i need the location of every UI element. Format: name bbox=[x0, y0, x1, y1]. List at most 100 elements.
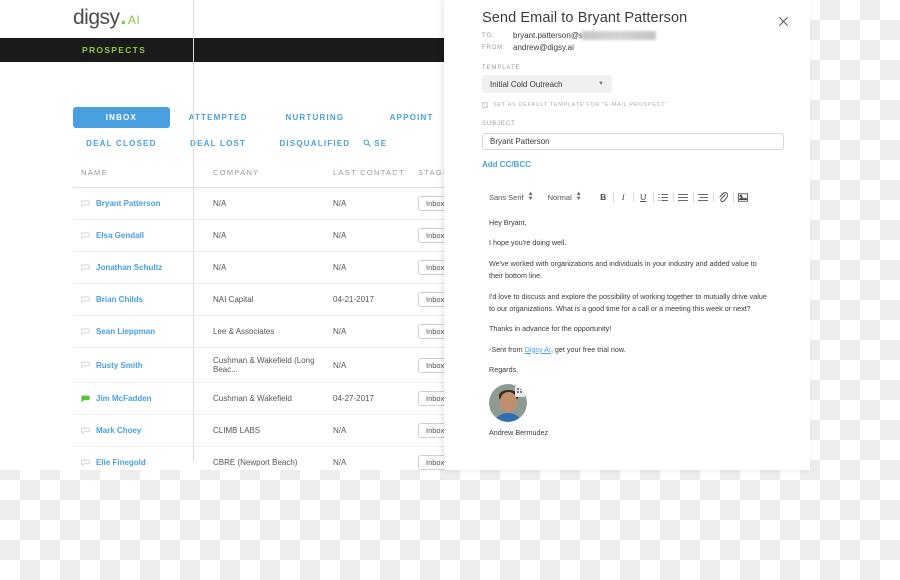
cell-name: Elie Finegold bbox=[73, 446, 205, 470]
cell-last-contact: N/A bbox=[333, 315, 418, 348]
sent-from-suffix: , get your free trial now. bbox=[550, 344, 626, 354]
image-icon bbox=[738, 192, 749, 202]
tab-inbox[interactable]: INBOX bbox=[73, 106, 170, 128]
table-row[interactable]: Mark Choey CLIMB LABS N/A Inbox bbox=[73, 414, 460, 447]
to-label: TO: bbox=[482, 32, 495, 39]
underline-button[interactable]: U bbox=[636, 190, 651, 204]
default-template-checkbox[interactable] bbox=[482, 102, 488, 108]
prospect-name-link[interactable]: Jim McFadden bbox=[96, 394, 152, 403]
tab-deal-lost[interactable]: DEAL LOST bbox=[170, 139, 267, 148]
table-row[interactable]: Brian Childs NAI Capital 04-21-2017 Inbox bbox=[73, 283, 460, 316]
cell-last-contact: N/A bbox=[333, 187, 418, 220]
prospect-name-link[interactable]: Jonathan Schultz bbox=[96, 263, 162, 272]
toolbar-divider bbox=[632, 192, 634, 202]
content-area: INBOX ATTEMPTED NURTURING APPOINT DEAL C… bbox=[0, 0, 460, 470]
stage-tabs-row-2: DEAL CLOSED DEAL LOST DISQUALIFIED SE bbox=[0, 128, 460, 158]
tab-attempted[interactable]: ATTEMPTED bbox=[170, 113, 267, 122]
flag-outline-icon[interactable] bbox=[81, 200, 90, 208]
table-row[interactable]: Rusty Smith Cushman & Wakefield (Long Bea… bbox=[73, 347, 460, 383]
align-icon bbox=[698, 193, 709, 201]
redacted-email-domain bbox=[581, 31, 656, 40]
from-value: andrew@digsy.ai bbox=[513, 43, 574, 52]
prospect-name-link[interactable]: Sean Lieppman bbox=[96, 327, 155, 336]
tab-disqualified[interactable]: DISQUALIFIED bbox=[267, 139, 364, 148]
prospect-name-link[interactable]: Elsa Gendall bbox=[96, 231, 144, 240]
column-header-last-contact[interactable]: LAST CONTACT bbox=[333, 168, 418, 188]
table-body: Bryant Patterson N/A N/A Inbox Elsa Gendall N… bbox=[73, 187, 460, 470]
flag-filled-icon[interactable] bbox=[81, 395, 90, 403]
font-family-select[interactable]: Sans Serif ▲ ▼ bbox=[489, 191, 534, 202]
ordered-list-button[interactable] bbox=[656, 190, 671, 204]
stage-tabs-row-1: INBOX ATTEMPTED NURTURING APPOINT bbox=[0, 106, 460, 128]
subject-input[interactable] bbox=[482, 133, 784, 150]
cell-company: N/A bbox=[205, 251, 333, 284]
table-row[interactable]: Elie Finegold CBRE (Newport Beach) N/A Inbo… bbox=[73, 446, 460, 470]
table-row[interactable]: Sean Lieppman Lee & Associates N/A Inbox bbox=[73, 315, 460, 348]
search-icon bbox=[363, 139, 372, 147]
column-header-name[interactable]: NAME bbox=[73, 168, 205, 188]
cell-name: Rusty Smith bbox=[73, 347, 205, 383]
default-template-row[interactable]: SET AS DEFAULT TEMPLATE FOR "E-MAIL PROS… bbox=[482, 102, 788, 108]
prospect-name-link[interactable]: Elie Finegold bbox=[96, 458, 146, 467]
flag-outline-icon[interactable] bbox=[81, 361, 90, 369]
unordered-list-button[interactable] bbox=[676, 190, 691, 204]
default-template-label: SET AS DEFAULT TEMPLATE FOR "E-MAIL PROS… bbox=[493, 102, 668, 108]
cell-name: Mark Choey bbox=[73, 414, 205, 447]
template-dropdown[interactable]: Initial Cold Outreach ▼ bbox=[482, 75, 612, 93]
cell-name: Brian Childs bbox=[73, 283, 205, 316]
digsy-ai-link[interactable]: Digsy AI bbox=[525, 345, 551, 354]
prospect-name-link[interactable]: Bryant Patterson bbox=[96, 199, 160, 208]
insert-image-button[interactable] bbox=[736, 190, 751, 204]
table-row[interactable]: Jonathan Schultz N/A N/A Inbox bbox=[73, 251, 460, 284]
cell-name: Bryant Patterson bbox=[73, 187, 205, 220]
toolbar-divider bbox=[692, 192, 694, 202]
cell-company: Cushman & Wakefield (Long Beac... bbox=[205, 347, 333, 383]
avatar bbox=[489, 384, 527, 423]
table-row[interactable]: Elsa Gendall N/A N/A Inbox bbox=[73, 219, 460, 252]
paperclip-icon bbox=[719, 192, 729, 202]
cell-last-contact: N/A bbox=[333, 251, 418, 284]
column-header-company[interactable]: COMPANY bbox=[205, 168, 333, 188]
tab-nurturing[interactable]: NURTURING bbox=[267, 113, 364, 122]
prospect-name-link[interactable]: Rusty Smith bbox=[96, 361, 143, 370]
cell-last-contact: 04-27-2017 bbox=[333, 382, 418, 415]
table-row[interactable]: Jim McFadden Cushman & Wakefield 04-27-201… bbox=[73, 382, 460, 415]
cell-last-contact: N/A bbox=[333, 414, 418, 447]
italic-button[interactable]: I bbox=[616, 190, 631, 204]
cell-company: N/A bbox=[205, 219, 333, 252]
align-button[interactable] bbox=[696, 190, 711, 204]
toolbar-divider bbox=[652, 192, 654, 202]
from-row: FROM: andrew@digsy.ai bbox=[482, 43, 788, 52]
prospect-name-link[interactable]: Brian Childs bbox=[96, 295, 143, 304]
toolbar-divider bbox=[672, 192, 674, 202]
email-body-editor[interactable]: Hey Bryant, I hope you're doing well. We… bbox=[482, 217, 788, 437]
to-value[interactable]: bryant.patterson@s bbox=[513, 31, 583, 40]
flag-outline-icon[interactable] bbox=[81, 296, 90, 304]
prospect-table: NAME COMPANY LAST CONTACT STAGE Bryant P… bbox=[73, 168, 460, 470]
prospect-name-link[interactable]: Mark Choey bbox=[96, 426, 141, 435]
flag-outline-icon[interactable] bbox=[81, 328, 90, 336]
flag-outline-icon[interactable] bbox=[81, 232, 90, 240]
cell-last-contact: N/A bbox=[333, 446, 418, 470]
nav-item-prospects[interactable]: PROSPECTS bbox=[82, 45, 146, 55]
link-button[interactable] bbox=[716, 190, 731, 204]
cell-company: CLIMB LABS bbox=[205, 414, 333, 447]
table-header-row: NAME COMPANY LAST CONTACT STAGE bbox=[73, 168, 460, 188]
font-size-select[interactable]: Normal ▲ ▼ bbox=[548, 191, 582, 202]
table-row[interactable]: Bryant Patterson N/A N/A Inbox bbox=[73, 187, 460, 220]
digsy-ai-logo[interactable]: digsy . AI bbox=[73, 6, 140, 30]
flag-outline-icon[interactable] bbox=[81, 264, 90, 272]
tab-deal-closed[interactable]: DEAL CLOSED bbox=[73, 139, 170, 148]
flag-outline-icon[interactable] bbox=[81, 459, 90, 467]
logo-bar: digsy . AI bbox=[0, 0, 460, 38]
avatar-face bbox=[499, 391, 517, 412]
subject-label: SUBJECT bbox=[482, 121, 516, 127]
template-label: TEMPLATE bbox=[482, 65, 521, 71]
bold-button[interactable]: B bbox=[596, 190, 611, 204]
body-paragraph-2: We've worked with organizations and indi… bbox=[489, 258, 757, 281]
close-icon[interactable] bbox=[778, 16, 789, 27]
search-label: SE bbox=[374, 138, 388, 148]
flag-outline-icon[interactable] bbox=[81, 427, 90, 435]
add-cc-bcc-link[interactable]: Add CC/BCC bbox=[482, 160, 788, 169]
updown-chevron-icon: ▲ ▼ bbox=[575, 191, 582, 202]
